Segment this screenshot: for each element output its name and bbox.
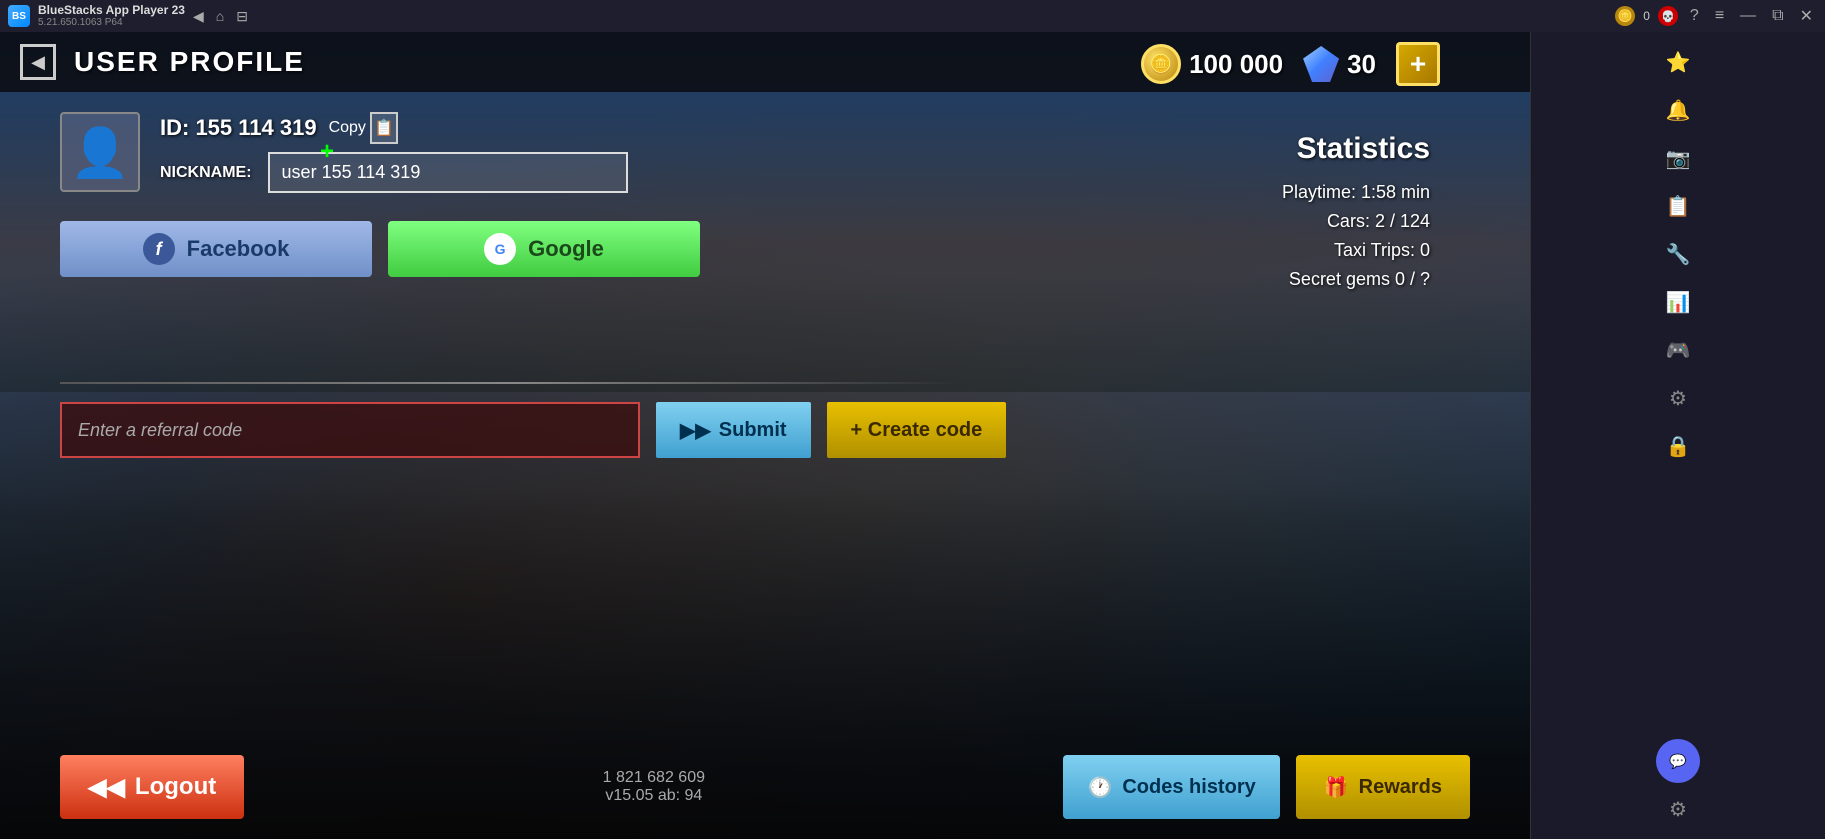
titlebar-nav: ◀ ⌂ ⊟ xyxy=(193,8,248,25)
app-name: BlueStacks App Player 23 xyxy=(38,3,185,17)
nickname-label: NICKNAME: xyxy=(160,164,252,182)
rewards-button[interactable]: 🎁 Rewards xyxy=(1296,755,1470,819)
titlebar-info: BlueStacks App Player 23 5.21.650.1063 P… xyxy=(38,3,185,29)
user-id: ID: 155 114 319 xyxy=(160,115,317,141)
facebook-icon: f xyxy=(143,233,175,265)
sidebar-clipboard[interactable]: 📋 xyxy=(1656,184,1700,228)
copy-label: Copy xyxy=(329,119,366,137)
codes-history-icon: 🕐 xyxy=(1087,775,1112,800)
profile-card: 👤 ID: 155 114 319 Copy 📋 NICKNAME: xyxy=(60,112,700,277)
titlebar-menu[interactable]: ≡ xyxy=(1711,7,1728,25)
facebook-label: Facebook xyxy=(187,236,290,262)
titlebar-right: 🪙 0 💀 ? ≡ — ⧉ ✕ xyxy=(1615,6,1817,26)
submit-button[interactable]: ▶▶ Submit xyxy=(656,402,811,458)
nav-back[interactable]: ◀ xyxy=(193,8,204,25)
right-sidebar: ⭐ 🔔 📷 📋 🔧 📊 🎮 ⚙ 🔒 💬 ⚙ xyxy=(1530,32,1825,839)
titlebar: BS BlueStacks App Player 23 5.21.650.106… xyxy=(0,0,1825,32)
sidebar-stats[interactable]: 📊 xyxy=(1656,280,1700,324)
sidebar-discord[interactable]: 💬 xyxy=(1656,739,1700,783)
bottom-right-buttons: 🕐 Codes history 🎁 Rewards xyxy=(1063,755,1470,819)
sidebar-camera[interactable]: 📷 xyxy=(1656,136,1700,180)
sidebar-lock[interactable]: 🔒 xyxy=(1656,424,1700,468)
avatar-area: 👤 ID: 155 114 319 Copy 📋 NICKNAME: xyxy=(60,112,700,193)
rewards-icon: 🎁 xyxy=(1324,775,1349,800)
avatar: 👤 xyxy=(60,112,140,192)
titlebar-coin-count: 0 xyxy=(1643,9,1650,23)
back-button[interactable]: ◀ USER PROFILE xyxy=(20,44,305,80)
referral-code-input[interactable] xyxy=(60,402,640,458)
titlebar-minimize[interactable]: — xyxy=(1736,7,1760,25)
bluestacks-logo: BS xyxy=(8,5,30,27)
playtime-stat: Playtime: 1:58 min xyxy=(1282,182,1430,203)
sidebar-gear[interactable]: ⚙ xyxy=(1656,787,1700,831)
titlebar-coin-icon: 🪙 xyxy=(1615,6,1635,26)
create-code-button[interactable]: + Create code xyxy=(827,402,1007,458)
nav-forward[interactable]: ⊟ xyxy=(236,8,248,25)
nav-home[interactable]: ⌂ xyxy=(216,8,224,24)
google-button[interactable]: G Google xyxy=(388,221,700,277)
id-area: ID: 155 114 319 Copy 📋 NICKNAME: xyxy=(160,112,700,193)
nickname-row: NICKNAME: xyxy=(160,152,700,193)
facebook-button[interactable]: f Facebook xyxy=(60,221,372,277)
sidebar-settings[interactable]: ⚙ xyxy=(1656,376,1700,420)
back-arrow-box: ◀ xyxy=(20,44,56,80)
currency-area: 🪙 100 000 30 + xyxy=(1141,42,1440,86)
copy-button[interactable]: Copy 📋 xyxy=(329,112,398,144)
coins-display: 🪙 100 000 xyxy=(1141,44,1283,84)
ui-overlay: ◀ USER PROFILE 🪙 100 000 30 + xyxy=(0,32,1530,839)
separator xyxy=(60,382,960,384)
secret-gems-stat: Secret gems 0 / ? xyxy=(1282,269,1430,290)
taxi-trips-stat: Taxi Trips: 0 xyxy=(1282,240,1430,261)
titlebar-skull-icon: 💀 xyxy=(1658,6,1678,26)
titlebar-restore[interactable]: ⧉ xyxy=(1768,7,1787,25)
app-version: 5.21.650.1063 P64 xyxy=(38,17,185,29)
add-currency-button[interactable]: + xyxy=(1396,42,1440,86)
submit-label: Submit xyxy=(719,419,787,442)
user-id-row: ID: 155 114 319 Copy 📋 xyxy=(160,112,700,144)
version-line2: v15.05 ab: 94 xyxy=(244,787,1063,805)
social-buttons: f Facebook G Google + xyxy=(60,221,700,277)
cars-stat: Cars: 2 / 124 xyxy=(1282,211,1430,232)
main-content: ◀ USER PROFILE 🪙 100 000 30 + xyxy=(0,32,1530,839)
sidebar-star[interactable]: ⭐ xyxy=(1656,40,1700,84)
green-plus-indicator: + xyxy=(320,138,334,166)
sidebar-tools[interactable]: 🔧 xyxy=(1656,232,1700,276)
sidebar-gamepad[interactable]: 🎮 xyxy=(1656,328,1700,372)
google-label: Google xyxy=(528,236,604,262)
page-header: ◀ USER PROFILE 🪙 100 000 30 + xyxy=(0,32,1530,92)
rewards-label: Rewards xyxy=(1359,776,1442,799)
referral-area: ▶▶ Submit + Create code xyxy=(60,402,1006,458)
diamond-value: 30 xyxy=(1347,49,1376,80)
logout-button[interactable]: ◀◀ Logout xyxy=(60,755,244,819)
submit-icon: ▶▶ xyxy=(680,418,711,443)
diamond-icon xyxy=(1303,46,1339,82)
copy-icon: 📋 xyxy=(370,112,398,144)
logout-label: Logout xyxy=(135,773,216,801)
sidebar-notification[interactable]: 🔔 xyxy=(1656,88,1700,132)
coin-icon: 🪙 xyxy=(1141,44,1181,84)
bottom-area: ◀◀ Logout 1 821 682 609 v15.05 ab: 94 🕐 … xyxy=(0,755,1530,819)
page-title: USER PROFILE xyxy=(74,46,305,78)
codes-history-button[interactable]: 🕐 Codes history xyxy=(1063,755,1279,819)
statistics-title: Statistics xyxy=(1282,132,1430,166)
google-icon: G xyxy=(484,233,516,265)
logout-icon: ◀◀ xyxy=(88,773,125,802)
back-arrow-icon: ◀ xyxy=(31,52,45,73)
create-code-label: + Create code xyxy=(851,419,983,442)
avatar-figure: 👤 xyxy=(70,124,130,181)
statistics-panel: Statistics Playtime: 1:58 min Cars: 2 / … xyxy=(1282,132,1430,298)
titlebar-close[interactable]: ✕ xyxy=(1796,6,1817,26)
version-info: 1 821 682 609 v15.05 ab: 94 xyxy=(244,769,1063,805)
diamonds-display: 30 xyxy=(1303,46,1376,82)
coin-value: 100 000 xyxy=(1189,49,1283,80)
codes-history-label: Codes history xyxy=(1122,776,1255,799)
version-line1: 1 821 682 609 xyxy=(244,769,1063,787)
titlebar-help[interactable]: ? xyxy=(1686,7,1703,25)
